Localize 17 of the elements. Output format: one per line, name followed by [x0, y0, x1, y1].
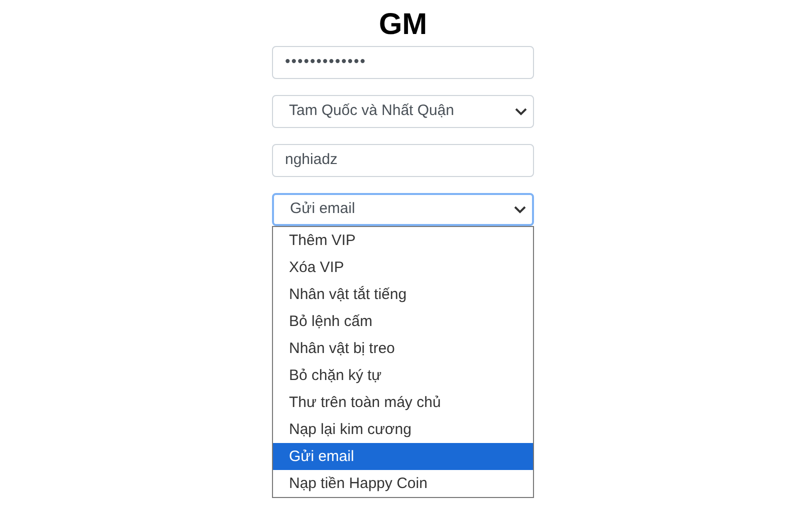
page-title: GM [378, 7, 428, 43]
dropdown-option[interactable]: Bỏ chặn ký tự [273, 362, 533, 389]
username-field[interactable]: nghiadz [272, 144, 534, 177]
dropdown-option[interactable]: Nạp tiền Happy Coin [273, 470, 533, 497]
dropdown-option[interactable]: Bỏ lệnh cấm [273, 308, 533, 335]
dropdown-option[interactable]: Thư trên toàn máy chủ [273, 389, 533, 416]
dropdown-option[interactable]: Nạp lại kim cương [273, 416, 533, 443]
chevron-down-icon [515, 108, 527, 116]
password-field[interactable]: ••••••••••••• [272, 46, 534, 79]
dropdown-option[interactable]: Nhân vật bị treo [273, 335, 533, 362]
dropdown-option[interactable]: Xóa VIP [273, 254, 533, 281]
dropdown-option[interactable]: Thêm VIP [273, 227, 533, 254]
dropdown-option[interactable]: Gửi email [273, 443, 533, 470]
dropdown-option[interactable]: Nhân vật tắt tiếng [273, 281, 533, 308]
chevron-down-icon [514, 206, 526, 214]
action-dropdown[interactable]: Gửi email [272, 193, 534, 226]
server-dropdown[interactable]: Tam Quốc và Nhất Quận [272, 95, 534, 128]
